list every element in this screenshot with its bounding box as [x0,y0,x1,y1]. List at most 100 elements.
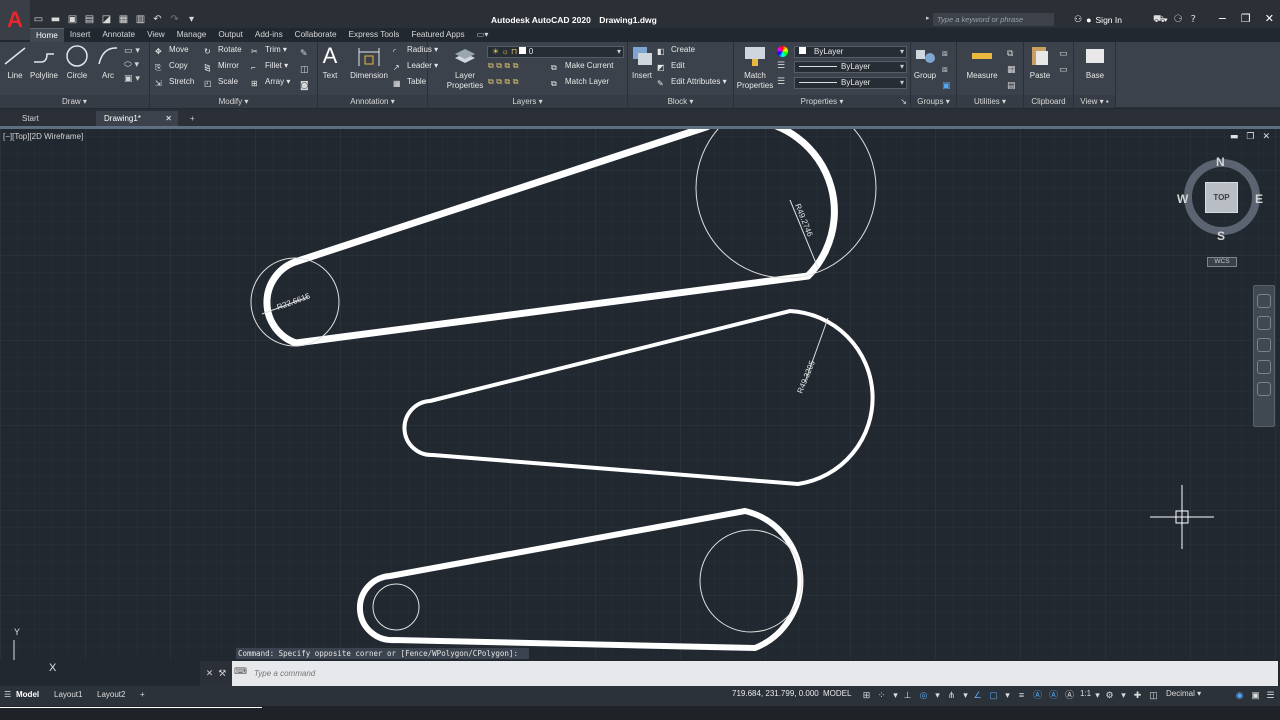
edit-attributes-button[interactable]: ✎ Edit Attributes ▾ [657,77,727,91]
region-icon[interactable]: ▣ ▾ [124,74,148,88]
customization-menu-icon[interactable]: ☰ [1265,690,1276,701]
properties-panel-title[interactable]: Properties ▾ ↘ [734,95,910,108]
match-properties-button[interactable]: Match Properties [734,44,776,91]
zoom-icon[interactable] [1257,338,1271,352]
view-panel-title[interactable]: View ▾ ▪ [1074,95,1115,108]
binoculars-icon[interactable]: ⚇ [1074,14,1082,25]
viewport-restore-icon[interactable]: ❐ [1246,132,1254,142]
minimize-icon[interactable]: − [1218,12,1227,25]
trim-button[interactable]: ✂ Trim ▾ [251,45,287,59]
cut-icon[interactable]: ▭ [1059,46,1068,62]
tab-view[interactable]: View [141,28,171,42]
annotation-monitor-icon[interactable]: ✚ [1132,690,1143,701]
array-button[interactable]: ⊞ Array ▾ [251,77,290,91]
layer-state-icon[interactable]: ⧉ [488,61,494,70]
annotation-scale-value[interactable]: 1:1 [1080,689,1091,698]
linetype-dropdown[interactable]: ByLayer [794,61,907,73]
showmotion-icon[interactable] [1257,382,1271,396]
insert-block-button[interactable]: Insert [622,44,662,80]
lineweight-icon[interactable]: ☰ [777,77,785,87]
layers-panel-title[interactable]: Layers ▾ [428,95,627,108]
restore-icon[interactable]: ❐ [1241,12,1251,25]
copy-clip-icon[interactable]: ▭ [1059,62,1068,78]
add-layout-button[interactable]: + [134,687,151,702]
layer-unisolate-icon[interactable]: ⧉ [496,77,502,86]
layer-properties-button[interactable]: Layer Properties [445,44,485,91]
layer-isolate-icon[interactable]: ⧉ [496,61,502,70]
auto-scale-icon[interactable]: Ⓐ [1048,690,1059,701]
help-icon[interactable]: ? [1191,14,1196,27]
move-button[interactable]: ✥ Move [155,45,189,59]
redo-icon[interactable]: ↷ [169,14,180,25]
osnap-dropdown-icon[interactable]: ▾ [1002,690,1013,701]
infer-constraints-icon[interactable]: ⊥ [902,690,913,701]
mirror-button[interactable]: ⧎ Mirror [204,61,239,75]
cart-icon[interactable]: ⛟ [1153,14,1166,27]
arc-button[interactable]: Arc [88,44,128,80]
save-as-icon[interactable]: ▤ [84,14,95,25]
groups-panel-title[interactable]: Groups ▾ [911,95,956,108]
tab-layout1[interactable]: Layout1 [48,687,88,702]
clipboard-panel-title[interactable]: Clipboard [1024,95,1073,108]
open-folder-icon[interactable]: ▬ [50,14,61,25]
table-button[interactable]: ▦ Table [393,77,426,91]
ungroup-icon[interactable]: ⧈ [942,46,951,62]
workspace-dropdown-icon[interactable]: ▾ [1118,690,1129,701]
annotation-scale-icon[interactable]: Ⓐ [1064,690,1075,701]
cursor-coordinates[interactable]: 719.684, 231.799, 0.000 [732,689,819,698]
command-input[interactable] [254,666,854,680]
isodraft-dropdown-icon[interactable]: ▾ [960,690,971,701]
tab-manage[interactable]: Manage [171,28,213,42]
group-edit-icon[interactable]: ⧈ [942,62,951,78]
command-prompt-icon[interactable]: ⌨ [234,667,247,677]
isolate-objects-icon[interactable]: ◫ [1148,690,1159,701]
layer-thaw-icon[interactable]: ⧉ [513,77,519,86]
color-dropdown[interactable]: ByLayer [794,46,907,58]
create-block-button[interactable]: ◧ Create [657,45,695,59]
plot-icon[interactable]: ▥ [135,14,146,25]
dimension-button[interactable]: Dimension [348,44,390,80]
viewcube-top-face[interactable]: TOP [1205,182,1238,213]
text-button[interactable]: A Text [314,44,346,81]
quick-select-icon[interactable]: ⧉ [1007,46,1016,62]
rotate-button[interactable]: ↻ Rotate [204,45,242,59]
linetype-icon[interactable]: ☰ [777,61,785,71]
search-input[interactable]: Type a keyword or phrase [933,13,1054,26]
edit-block-button[interactable]: ◩ Edit [657,61,685,75]
compass-north[interactable]: N [1216,155,1225,169]
hatch-icon[interactable]: ⬭ ▾ [124,60,148,74]
layer-on-icon[interactable]: ⧉ [505,77,511,86]
polar-tracking-icon[interactable]: ◎ [918,690,929,701]
tab-express-tools[interactable]: Express Tools [343,28,406,42]
compass-south[interactable]: S [1217,229,1225,243]
tab-output[interactable]: Output [212,28,249,42]
object-snap-tracking-icon[interactable]: ∠ [972,690,983,701]
erase-icon[interactable]: ✎ [300,46,309,62]
clean-screen-icon[interactable]: ▣ [1250,690,1261,701]
color-wheel-icon[interactable] [777,46,788,57]
group-select-icon[interactable]: ▣ [942,78,951,94]
snap-mode-icon[interactable]: ⁘ [876,690,887,701]
drawing-canvas[interactable]: R22.6615 R49.2746 R49.3205 [−][Top][2D W… [0,129,1280,660]
tab-featured-apps[interactable]: Featured Apps [405,28,470,42]
layer-dropdown[interactable]: ☀ ☼ ⊓ 0 [487,46,624,58]
model-space-button[interactable]: MODEL [823,689,851,698]
scale-button[interactable]: ◰ Scale [204,77,238,91]
customize-wrench-icon[interactable]: ⚒ [218,669,226,679]
lineweight-dropdown[interactable]: ByLayer [794,77,907,89]
units-dropdown[interactable]: Decimal ▾ [1166,689,1201,698]
tab-model[interactable]: Model [10,687,45,702]
autodesk-a360-icon[interactable]: ⚆ [1174,14,1183,27]
web-icon[interactable]: ◪ [101,14,112,25]
make-current-button[interactable]: ⧉ Make Current [551,61,613,75]
new-file-icon[interactable]: ▭ [33,14,44,25]
steering-wheel-icon[interactable] [1257,294,1271,308]
close-icon[interactable]: ✕ [1265,12,1274,25]
new-tab-button[interactable]: + [182,111,203,127]
rectangle-icon[interactable]: ▭ ▾ [124,46,148,60]
close-tab-icon[interactable]: ✕ [165,111,172,127]
tab-annotate[interactable]: Annotate [96,28,141,42]
tab-home[interactable]: Home [30,28,64,42]
calculator-icon[interactable]: ▦ [1007,62,1016,78]
compass-east[interactable]: E [1255,192,1263,206]
